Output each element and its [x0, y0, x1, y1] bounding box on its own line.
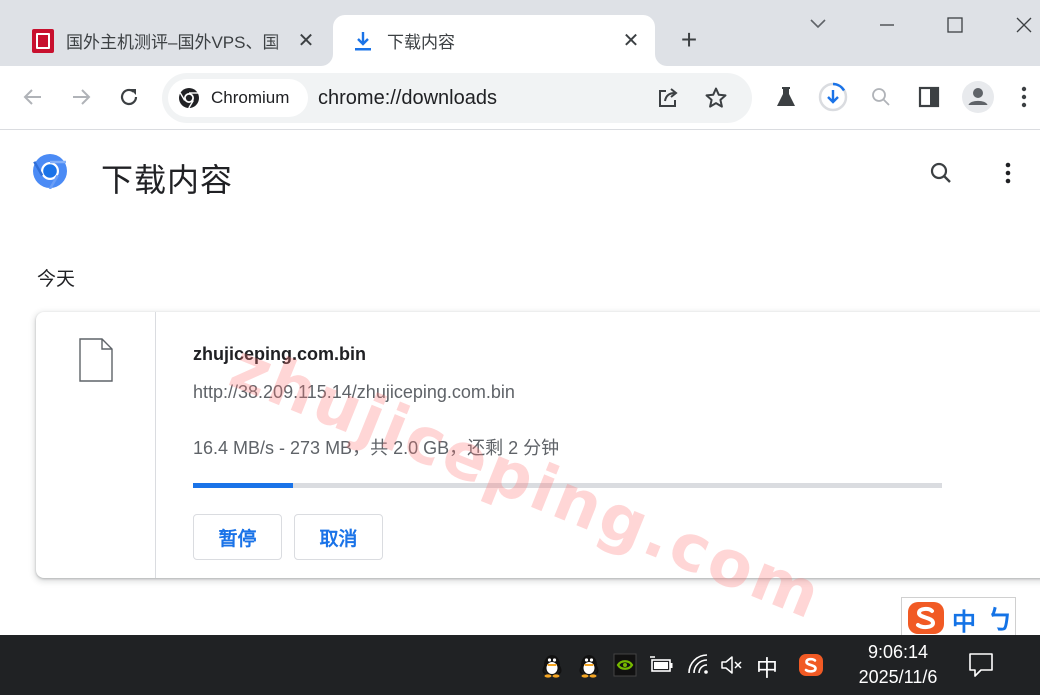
volume-muted-icon[interactable]: [718, 651, 746, 679]
minimize-icon: [880, 24, 894, 26]
share-button[interactable]: [654, 84, 682, 112]
ime-mode-toggle[interactable]: 中: [952, 602, 976, 637]
downloads-button[interactable]: [816, 80, 850, 114]
clock-time: 9:06:14: [867, 642, 929, 662]
arrow-right-icon: [73, 89, 91, 105]
downloads-menu-button[interactable]: [990, 155, 1026, 191]
close-icon[interactable]: ✕: [294, 29, 318, 53]
tab-title: 下载内容: [387, 33, 455, 52]
share-icon: [659, 88, 678, 107]
new-tab-button[interactable]: +: [674, 26, 704, 56]
file-icon: [79, 338, 113, 382]
input-language-indicator[interactable]: 中: [756, 651, 778, 683]
browser-toolbar: Chromium chrome://downloads: [0, 66, 1040, 130]
battery-icon[interactable]: [647, 651, 675, 679]
browser-menu-button[interactable]: [1009, 80, 1039, 114]
clock-date: 2025/11/6: [858, 667, 938, 687]
chromium-icon: [179, 88, 199, 109]
download-status: 16.4 MB/s - 273 MB，共 2.0 GB，还剩 2 分钟: [193, 438, 560, 458]
reload-button[interactable]: [114, 82, 144, 112]
tab-zhujiceping[interactable]: 国外主机测评–国外VPS、国 ✕: [14, 15, 330, 66]
star-icon: [705, 87, 727, 108]
site-chip-label: Chromium: [211, 88, 290, 107]
search-icon: [872, 88, 890, 106]
forward-button[interactable]: [66, 82, 96, 112]
site-seal-icon: [32, 28, 54, 53]
qq-icon[interactable]: [575, 651, 603, 679]
taskbar: 中 9:06:14 2025/11/6: [0, 635, 1040, 695]
close-icon[interactable]: ✕: [619, 29, 643, 53]
download-progress-bar: [193, 483, 942, 488]
tab-strip: 国外主机测评–国外VPS、国 ✕ 下载内容 ✕ +: [0, 0, 1040, 66]
side-panel-icon: [918, 86, 940, 108]
file-source-url[interactable]: http://38.209.115.14/zhujiceping.com.bin: [193, 382, 515, 403]
reload-icon: [120, 88, 138, 106]
ime-toolbar[interactable]: 中 ㄅ: [901, 597, 1016, 637]
chromium-logo-icon: [33, 154, 67, 189]
sogou-logo-icon: [908, 602, 944, 634]
file-name-link[interactable]: zhujiceping.com.bin: [193, 344, 366, 365]
download-progress-icon: [818, 82, 848, 112]
arrow-left-icon: [23, 89, 41, 105]
close-icon: [1016, 17, 1032, 33]
back-button[interactable]: [18, 82, 48, 112]
tab-downloads[interactable]: 下载内容 ✕: [333, 15, 655, 66]
file-icon-column: [36, 312, 156, 578]
nvidia-icon[interactable]: [611, 651, 639, 679]
notification-icon[interactable]: [967, 651, 995, 679]
close-window-button[interactable]: [1009, 10, 1039, 40]
download-item: zhujiceping.com.bin http://38.209.115.14…: [36, 312, 1040, 578]
tab-title: 国外主机测评–国外VPS、国: [66, 33, 280, 52]
sogou-tray-icon[interactable]: [797, 651, 825, 679]
cancel-button[interactable]: 取消: [294, 514, 383, 560]
url-text[interactable]: chrome://downloads: [318, 87, 497, 110]
ime-punctuation-toggle[interactable]: ㄅ: [987, 600, 1013, 637]
flask-icon: [777, 87, 795, 106]
address-bar[interactable]: Chromium chrome://downloads: [162, 73, 752, 123]
wifi-icon[interactable]: [685, 651, 713, 679]
labs-button[interactable]: [769, 80, 803, 114]
pause-button[interactable]: 暂停: [193, 514, 282, 560]
avatar-icon: [962, 81, 994, 113]
site-chip[interactable]: Chromium: [168, 79, 308, 117]
side-panel-button[interactable]: [912, 80, 946, 114]
profile-button[interactable]: [961, 80, 995, 114]
minimize-button[interactable]: [872, 10, 902, 40]
bookmark-button[interactable]: [702, 84, 730, 112]
search-downloads-button[interactable]: [923, 155, 959, 191]
download-progress-fill: [193, 483, 293, 488]
downloads-header: 下载内容: [0, 131, 1040, 215]
section-date-heading: 今天: [37, 269, 76, 290]
maximize-button[interactable]: [940, 10, 970, 40]
maximize-icon: [947, 17, 963, 33]
tab-search-chevron-icon[interactable]: [806, 14, 830, 34]
more-vertical-icon: [1021, 86, 1027, 108]
download-icon: [355, 31, 371, 50]
taskbar-clock[interactable]: 9:06:14 2025/11/6: [846, 640, 950, 690]
qq-icon[interactable]: [538, 651, 566, 679]
search-icon: [930, 162, 951, 183]
zoom-search-button[interactable]: [864, 80, 898, 114]
more-vertical-icon: [1005, 162, 1011, 184]
page-title: 下载内容: [101, 162, 234, 198]
